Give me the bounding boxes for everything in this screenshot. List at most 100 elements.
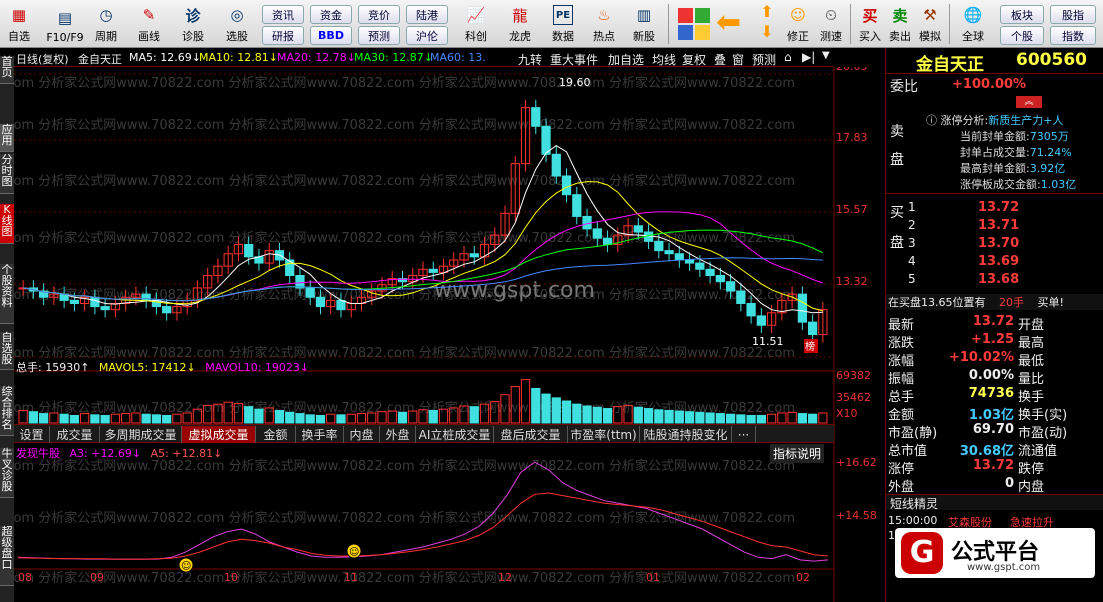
indicator-tab-4[interactable]: 金额 xyxy=(256,426,296,443)
indicator-tab-3[interactable]: 虚拟成交量 xyxy=(182,426,256,443)
bid-row[interactable]: 5 13.68 xyxy=(886,272,1103,291)
indicator-tab-1[interactable]: 成交量 xyxy=(50,426,100,443)
indicator-tab-9[interactable]: 盘后成交量 xyxy=(494,426,568,443)
sprite-row[interactable]: 15:00:00 艾森股份 急速拉升 xyxy=(886,514,1103,529)
bid-row[interactable]: 2 13.71 xyxy=(886,218,1103,237)
toolbar-divider xyxy=(850,4,851,44)
pill-bankuai[interactable]: 板块 xyxy=(1000,5,1044,24)
stat-label-2: 量比 xyxy=(1018,372,1045,387)
pill-yuce[interactable]: 预测 xyxy=(358,26,400,45)
bang-label: 榜 xyxy=(805,340,815,353)
stat-value: 0.00% xyxy=(968,368,1014,383)
tool-zixuan[interactable]: ▦ 自选 xyxy=(4,2,34,46)
pill-bbd[interactable]: BBD xyxy=(310,26,352,45)
arrow-right-icon[interactable]: ▶| xyxy=(802,50,815,64)
pill-gegu[interactable]: 个股 xyxy=(1000,26,1044,45)
indicator-tab-7[interactable]: 外盘 xyxy=(380,426,416,443)
smile-face-glyph: ☺ xyxy=(349,547,359,558)
bid-row[interactable]: 4 13.69 xyxy=(886,254,1103,273)
stat-label: 涨停 xyxy=(888,462,915,477)
tool-events[interactable]: 重大事件 xyxy=(550,51,598,68)
candle-body xyxy=(541,125,551,155)
candle-body xyxy=(561,175,572,196)
clock2-icon: ⏲ xyxy=(825,6,837,24)
tool-draw[interactable]: ✎ 画线 xyxy=(134,2,164,46)
back-arrow-icon[interactable]: ⬅ xyxy=(716,8,750,42)
chart-period[interactable]: 日线(复权) xyxy=(16,51,69,67)
indicator-tab-8[interactable]: AI立桩成交量 xyxy=(416,426,494,443)
bid-price: 13.69 xyxy=(978,254,1020,269)
tool-fix[interactable]: ☺ 修正 xyxy=(784,2,812,46)
pill-zixun[interactable]: 资讯 xyxy=(262,5,304,24)
pill-guzhi[interactable]: 股指 xyxy=(1050,5,1096,24)
chevron-down-icon[interactable]: ▼ xyxy=(822,50,830,61)
pill-hulun[interactable]: 沪伦 xyxy=(406,26,448,45)
ltab-profile[interactable]: 个股资料 xyxy=(0,264,14,324)
tool-select[interactable]: ◎ 选股 xyxy=(222,2,252,46)
bid-price: 13.72 xyxy=(978,200,1020,215)
watermark-text: 2.com 分析家公式网www.70822.com 分析家公式网www.7082… xyxy=(14,173,795,189)
collapse-icon[interactable]: ︽ xyxy=(1016,96,1042,108)
pill-jingjia[interactable]: 竞价 xyxy=(358,5,400,24)
ltab-pankou[interactable]: 超级盘口 xyxy=(0,526,14,586)
tool-predict[interactable]: 预测 xyxy=(752,51,776,68)
layout-icon[interactable] xyxy=(676,6,712,42)
home-icon[interactable]: ⌂ xyxy=(784,50,792,64)
ltab-diagnose[interactable]: 牛叉诊股 xyxy=(0,448,14,498)
tool-sell[interactable]: 卖卖出 xyxy=(886,2,914,46)
indicator-tab-0[interactable]: 设置 xyxy=(14,426,50,443)
indicator-tab-12[interactable]: ··· xyxy=(732,426,756,443)
ma5-value: MA5: 12.69↓ xyxy=(129,51,201,64)
tool-f10[interactable]: ▤ F10/F9 xyxy=(44,2,86,46)
tool-sim[interactable]: ⚒ 模拟 xyxy=(916,2,944,46)
bid-row[interactable]: 3 13.70 xyxy=(886,236,1103,255)
ltab-ranking[interactable]: 综合排名 xyxy=(0,386,14,436)
indicator-name: 发现牛股 xyxy=(16,447,60,460)
bid-price: 13.70 xyxy=(978,236,1020,251)
tool-window[interactable]: 窗 xyxy=(732,51,744,68)
ltab-watchlist[interactable]: 自选股 xyxy=(0,332,14,370)
tool-newstock[interactable]: ▥ 新股 xyxy=(628,2,660,46)
tool-addwatch[interactable]: 加自选 xyxy=(608,51,644,68)
zt-tag[interactable]: 新质生产力+人 xyxy=(988,114,1063,127)
pill-zhishu[interactable]: 指数 xyxy=(1050,26,1096,45)
bid-row[interactable]: 1 13.72 xyxy=(886,200,1103,219)
tool-ma[interactable]: 均线 xyxy=(652,51,676,68)
tool-longhu[interactable]: 龍龙虎 xyxy=(502,2,538,46)
tool-diagnose[interactable]: 诊诊股 xyxy=(178,2,208,46)
tool-period[interactable]: ◷ 周期 xyxy=(91,2,121,46)
stats-row: 金额 1.03亿 换手(实) xyxy=(886,404,1103,423)
kline-chart[interactable]: 2.com 分析家公式网www.70822.com 分析家公式网www.7082… xyxy=(14,67,884,602)
tool-kechuang[interactable]: 📈 科创 xyxy=(458,2,494,46)
stat-label: 涨跌 xyxy=(888,336,915,351)
candle-body xyxy=(715,275,725,283)
pill-zijin[interactable]: 资金 xyxy=(310,5,352,24)
tool-buy[interactable]: 买买入 xyxy=(856,2,884,46)
indicator-tab-11[interactable]: 陆股通持股变化 xyxy=(640,426,732,443)
indicator-tab-2[interactable]: 多周期成交量 xyxy=(100,426,182,443)
updown-arrow-icon[interactable]: ⬆ ⬇ xyxy=(756,2,778,46)
pill-lugang[interactable]: 陆港 xyxy=(406,5,448,24)
tool-data[interactable]: PE 数据 xyxy=(545,2,581,46)
sprite-time: 15:00:00 xyxy=(888,514,938,527)
tool-jiuzhuan[interactable]: 九转 xyxy=(518,51,542,68)
indicator-tab-10[interactable]: 市盈率(ttm) xyxy=(568,426,640,443)
indicator-help-button[interactable]: 指标说明 xyxy=(770,444,825,463)
stat-label: 外盘 xyxy=(888,480,915,495)
stat-value: 0 xyxy=(1004,476,1014,491)
tool-overlay[interactable]: 叠 xyxy=(714,51,726,68)
tool-global[interactable]: 🌐 全球 xyxy=(955,2,991,46)
ltab-home[interactable]: 首页 xyxy=(0,56,14,84)
volume-bar xyxy=(39,413,49,424)
indicator-tab-6[interactable]: 内盘 xyxy=(344,426,380,443)
tool-speed[interactable]: ⏲ 测速 xyxy=(817,2,845,46)
chart-stock-name: 金自天正 xyxy=(78,53,122,66)
pill-yanbao[interactable]: 研报 xyxy=(262,26,304,45)
tool-hot[interactable]: ♨ 热点 xyxy=(586,2,622,46)
tool-fuquan[interactable]: 复权 xyxy=(682,51,706,68)
indicator-tab-5[interactable]: 换手率 xyxy=(296,426,344,443)
ltab-apps[interactable]: 应用 xyxy=(0,124,14,152)
ltab-timeshare[interactable]: 分时图 xyxy=(0,154,14,194)
ltab-kline[interactable]: K线图 xyxy=(0,204,14,244)
candle-body xyxy=(654,240,664,252)
